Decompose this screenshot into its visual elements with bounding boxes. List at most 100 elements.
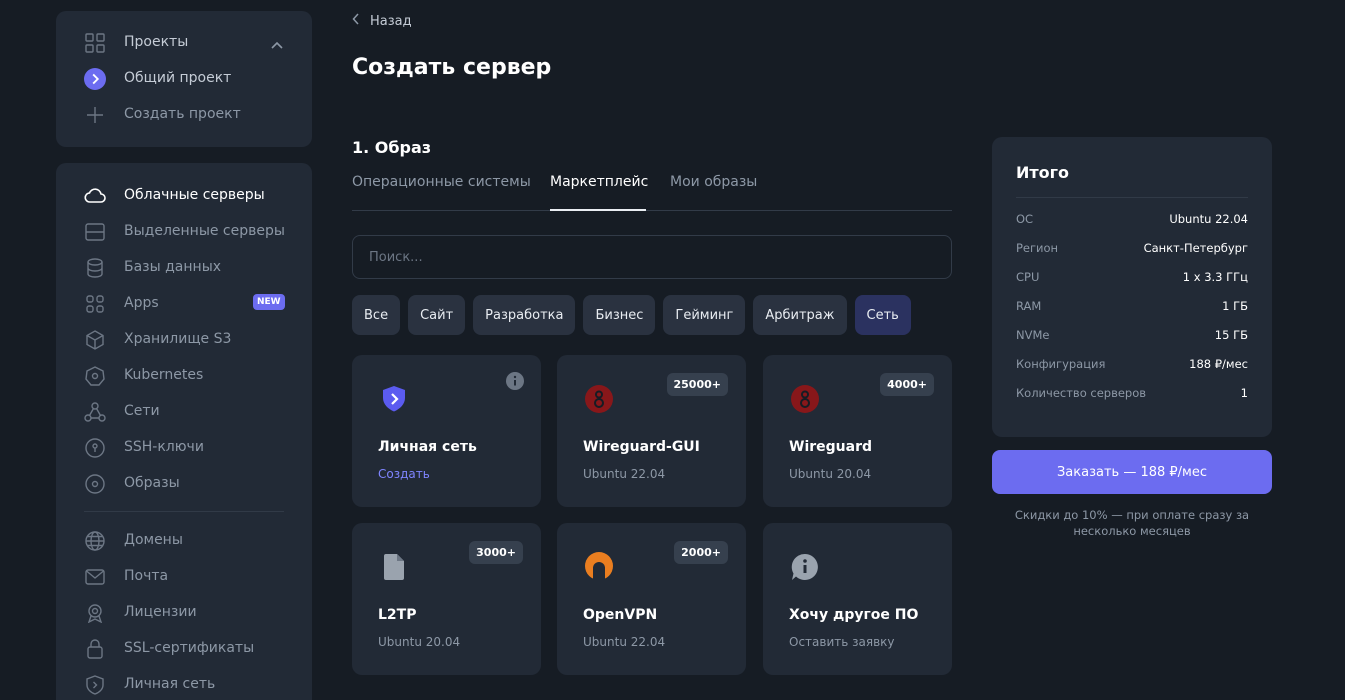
section-title: 1. Образ xyxy=(352,138,432,157)
card-title: Хочу другое ПО xyxy=(789,607,919,623)
sidebar-item-kubernetes[interactable]: Kubernetes xyxy=(56,363,312,387)
summary-value: 188 ₽/мес xyxy=(1189,357,1248,371)
app-card-l2tp[interactable]: 3000+ L2TP Ubuntu 20.04 xyxy=(352,523,541,675)
sidebar-item-domains[interactable]: Домены xyxy=(56,528,312,552)
sidebar-item-databases[interactable]: Базы данных xyxy=(56,255,312,279)
search-input[interactable] xyxy=(353,236,951,278)
openvpn-icon xyxy=(585,552,613,580)
create-project-label: Создать проект xyxy=(124,106,241,122)
cloud-icon xyxy=(84,185,106,207)
tab-operating-systems[interactable]: Операционные системы xyxy=(352,174,531,190)
create-project-button[interactable]: Создать проект xyxy=(56,102,312,126)
chevron-up-icon[interactable] xyxy=(270,36,284,55)
card-title: L2TP xyxy=(378,607,417,623)
chevron-right-circle-icon xyxy=(84,68,106,90)
sidebar-item-licenses[interactable]: Лицензии xyxy=(56,600,312,624)
new-badge: NEW xyxy=(253,294,285,310)
discount-line: Скидки до 10% — при оплате сразу за xyxy=(1014,508,1250,522)
card-subtitle: Ubuntu 22.04 xyxy=(583,635,666,649)
disk-icon xyxy=(84,473,106,495)
sidebar-item-label: Лицензии xyxy=(124,604,197,620)
summary-value: Ubuntu 22.04 xyxy=(1169,212,1248,226)
project-item-general[interactable]: Общий проект xyxy=(56,66,312,90)
sidebar-item-label: Личная сеть xyxy=(124,676,216,692)
sidebar-nav: Облачные серверы Выделенные серверы Базы… xyxy=(56,163,312,700)
sidebar-item-storage-s3[interactable]: Хранилище S3 xyxy=(56,327,312,351)
app-card-request-other[interactable]: Хочу другое ПО Оставить заявку xyxy=(763,523,952,675)
sidebar-divider xyxy=(84,511,284,512)
sidebar-item-networks[interactable]: Сети xyxy=(56,399,312,423)
tab-marketplace[interactable]: Маркетплейс xyxy=(550,174,648,190)
summary-key: RAM xyxy=(1016,299,1042,313)
apps-icon xyxy=(84,293,106,315)
app-card-wireguard-gui[interactable]: 25000+ Wireguard-GUI Ubuntu 22.04 xyxy=(557,355,746,507)
wireguard-icon xyxy=(791,385,819,413)
install-count-badge: 2000+ xyxy=(674,541,728,564)
discount-note: Скидки до 10% — при оплате сразу за неск… xyxy=(992,507,1272,539)
sidebar-item-apps[interactable]: Apps NEW xyxy=(56,291,312,315)
sidebar-item-label: Хранилище S3 xyxy=(124,331,232,347)
plus-icon xyxy=(84,104,106,126)
app-card-private-network[interactable]: Личная сеть Создать xyxy=(352,355,541,507)
summary-value: 1 x 3.3 ГГц xyxy=(1182,270,1248,284)
kubernetes-icon xyxy=(84,365,106,387)
category-filters: Все Сайт Разработка Бизнес Гейминг Арбит… xyxy=(352,295,911,335)
card-title: Wireguard xyxy=(789,439,873,455)
sidebar-item-label: Выделенные серверы xyxy=(124,223,285,239)
install-count-badge: 25000+ xyxy=(666,373,728,396)
order-button[interactable]: Заказать — 188 ₽/мес xyxy=(992,450,1272,494)
summary-key: Количество серверов xyxy=(1016,386,1147,400)
app-card-wireguard[interactable]: 4000+ Wireguard Ubuntu 20.04 xyxy=(763,355,952,507)
database-icon xyxy=(84,257,106,279)
filter-site[interactable]: Сайт xyxy=(408,295,466,335)
app-card-openvpn[interactable]: 2000+ OpenVPN Ubuntu 22.04 xyxy=(557,523,746,675)
summary-key: ОС xyxy=(1016,212,1034,226)
back-link[interactable]: Назад xyxy=(352,13,412,29)
active-tab-indicator xyxy=(550,209,646,211)
sidebar-item-label: Почта xyxy=(124,568,169,584)
sidebar-item-ssh-keys[interactable]: SSH-ключи xyxy=(56,435,312,459)
projects-header-label: Проекты xyxy=(124,34,189,50)
summary-key: Регион xyxy=(1016,241,1059,255)
globe-icon xyxy=(84,530,106,552)
sidebar-item-label: SSH-ключи xyxy=(124,439,204,455)
sidebar-item-label: Облачные серверы xyxy=(124,187,265,203)
tab-my-images[interactable]: Мои образы xyxy=(670,174,757,190)
image-tabs: Операционные системы Маркетплейс Мои обр… xyxy=(352,172,952,211)
projects-header[interactable]: Проекты xyxy=(56,30,312,54)
order-summary: Итого ОС Ubuntu 22.04 Регион Санкт-Петер… xyxy=(992,137,1272,437)
create-network-link[interactable]: Создать xyxy=(378,467,430,481)
card-subtitle: Ubuntu 22.04 xyxy=(583,467,666,481)
filter-arbitrage[interactable]: Арбитраж xyxy=(753,295,847,335)
sidebar-item-images[interactable]: Образы xyxy=(56,471,312,495)
filter-all[interactable]: Все xyxy=(352,295,401,335)
summary-value: Санкт-Петербург xyxy=(1143,241,1248,255)
summary-key: NVMe xyxy=(1016,328,1050,342)
shield-icon xyxy=(84,674,106,696)
sidebar-item-ssl[interactable]: SSL-сертификаты xyxy=(56,636,312,660)
info-icon[interactable] xyxy=(505,371,525,391)
card-title: Личная сеть xyxy=(378,439,477,455)
sidebar-item-cloud-servers[interactable]: Облачные серверы xyxy=(56,183,312,207)
card-title: Wireguard-GUI xyxy=(583,439,700,455)
key-icon xyxy=(84,437,106,459)
network-icon xyxy=(84,401,106,423)
page-title: Создать сервер xyxy=(352,55,552,80)
discount-line: несколько месяцев xyxy=(1073,524,1191,538)
sidebar-item-dedicated-servers[interactable]: Выделенные серверы xyxy=(56,219,312,243)
sidebar-item-mail[interactable]: Почта xyxy=(56,564,312,588)
filter-gaming[interactable]: Гейминг xyxy=(663,295,746,335)
summary-value: 1 xyxy=(1240,386,1248,400)
shield-icon xyxy=(383,386,405,412)
card-title: OpenVPN xyxy=(583,607,658,623)
sidebar-item-private-network[interactable]: Личная сеть xyxy=(56,672,312,696)
filter-business[interactable]: Бизнес xyxy=(583,295,656,335)
filter-network[interactable]: Сеть xyxy=(854,295,911,335)
grid-icon xyxy=(84,32,106,54)
search-box xyxy=(352,235,952,279)
filter-development[interactable]: Разработка xyxy=(473,295,576,335)
card-subtitle: Оставить заявку xyxy=(789,635,895,649)
project-item-label: Общий проект xyxy=(124,70,232,86)
projects-panel: Проекты Общий проект Создать проект xyxy=(56,11,312,147)
mail-icon xyxy=(84,566,106,588)
